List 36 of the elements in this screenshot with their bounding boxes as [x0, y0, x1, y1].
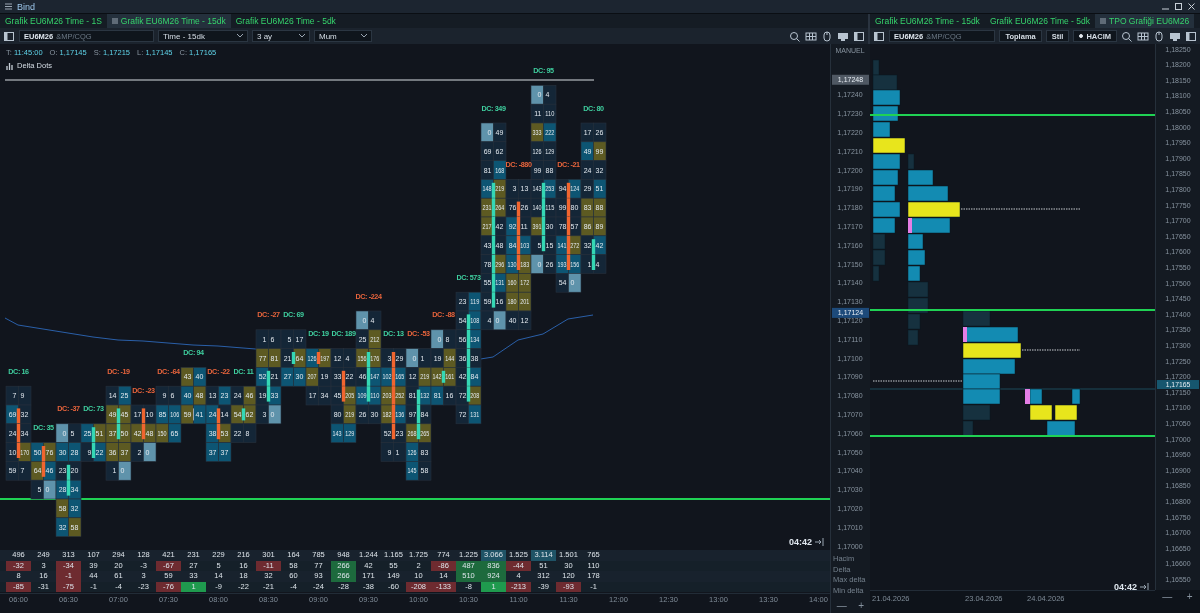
chart-tab[interactable]: Grafik EU6M26 Time - 15dk	[870, 14, 985, 28]
chart-tab[interactable]: Grafik EU6M26 Time - 15dk	[106, 14, 231, 28]
chart-tab[interactable]: Grafik EU6M26 Time - 5dk	[984, 14, 1095, 28]
keyboard-icon[interactable]	[1137, 30, 1149, 42]
zoom-button[interactable]: +	[1184, 590, 1195, 602]
keyboard-icon[interactable]	[805, 30, 817, 42]
dropdown[interactable]: Time - 15dk	[158, 30, 248, 42]
chart-tab[interactable]: TPO Grafiği EU6M26	[1095, 14, 1195, 28]
zoom-button[interactable]: +	[856, 599, 867, 611]
maximize-icon[interactable]	[1174, 2, 1183, 11]
panel-icon[interactable]	[1185, 30, 1197, 42]
panel-icon[interactable]	[873, 30, 885, 42]
zoom-button[interactable]: —	[1160, 590, 1175, 602]
caret-icon	[361, 34, 367, 38]
close-icon[interactable]	[1187, 2, 1196, 11]
chart-tab[interactable]: Grafik EU6M26 Time - 5dk	[230, 14, 341, 28]
scroll-to-end-icon[interactable]	[815, 538, 824, 546]
panel-icon[interactable]	[3, 30, 15, 42]
panel-icon[interactable]	[853, 30, 865, 42]
caret-icon	[299, 34, 305, 38]
caret-icon	[237, 34, 243, 38]
search-icon[interactable]	[789, 30, 801, 42]
mouse-icon[interactable]	[821, 30, 833, 42]
window-title: Bind	[17, 1, 35, 12]
search-icon[interactable]	[1121, 30, 1133, 42]
countdown-label: 04:42	[788, 537, 812, 547]
bar-chart-icon	[6, 61, 14, 70]
countdown-label: 04:42	[1113, 582, 1137, 592]
mouse-icon[interactable]	[1153, 30, 1165, 42]
chart-tab[interactable]: Grafik EU6M26 Time - 1S	[0, 14, 107, 28]
zoom-button[interactable]: —	[834, 599, 849, 611]
scroll-to-end-icon[interactable]	[1140, 583, 1149, 591]
dropdown[interactable]: 3 ay	[252, 30, 310, 42]
monitor-icon[interactable]	[837, 30, 849, 42]
dropdown[interactable]: Mum	[314, 30, 372, 42]
monitor-icon[interactable]	[1169, 30, 1181, 42]
